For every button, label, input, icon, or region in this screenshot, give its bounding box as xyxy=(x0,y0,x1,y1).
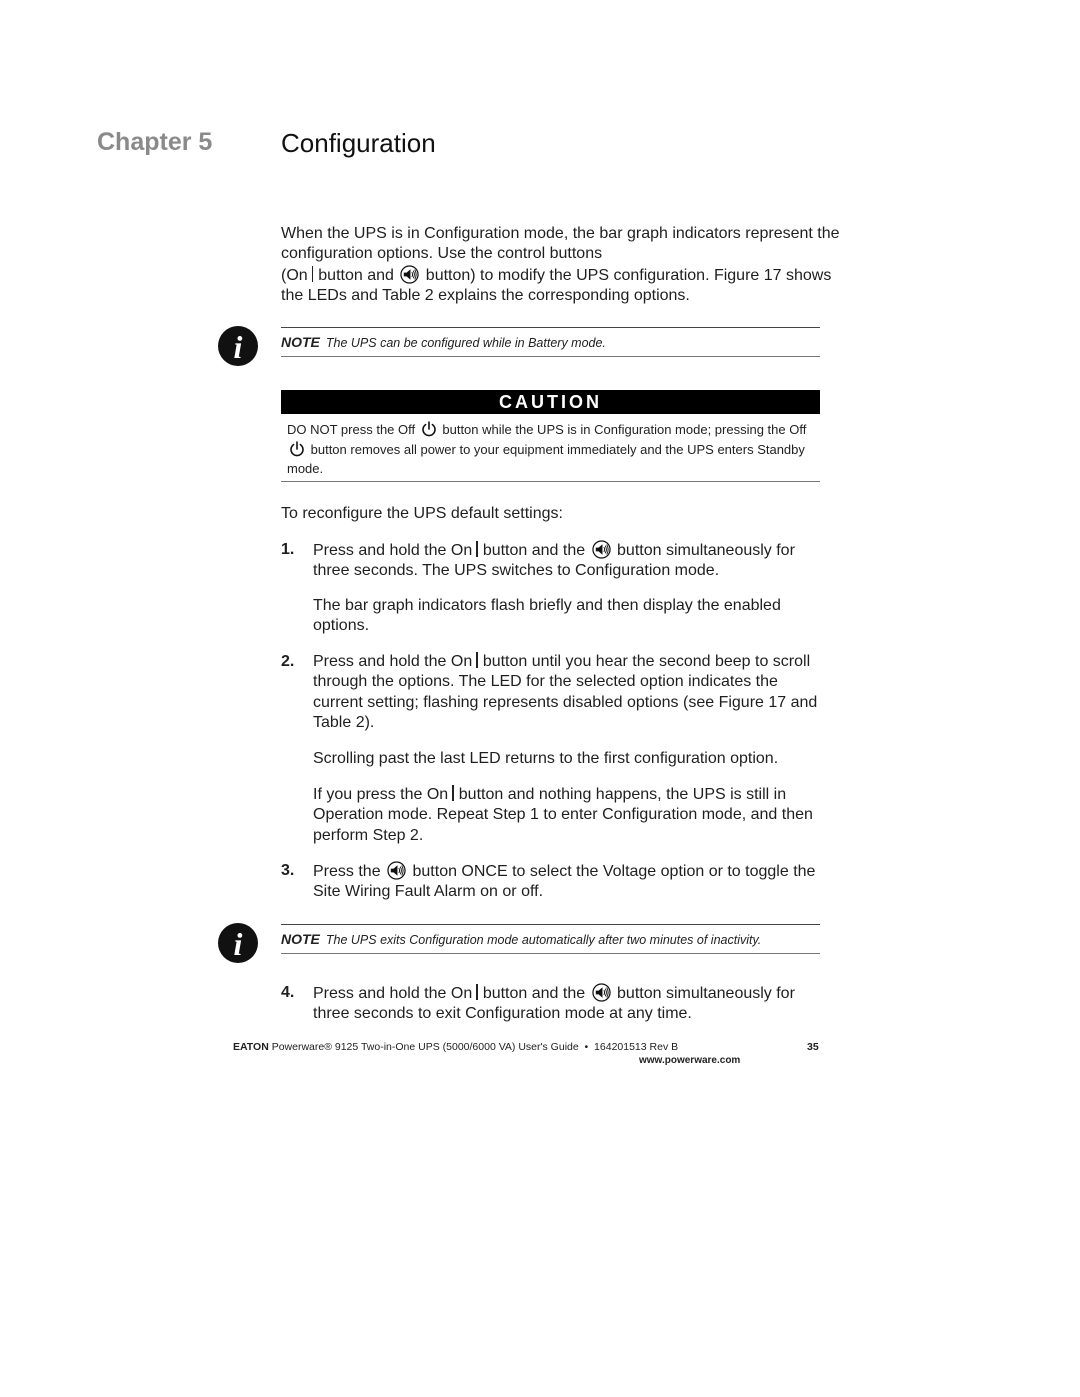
caution-text-c: button removes all power to your equipme… xyxy=(287,441,805,477)
step-2-text-a: Press and hold the On xyxy=(313,653,473,670)
step-4-text-b: button and the xyxy=(482,985,586,1002)
alarm-speaker-icon xyxy=(592,540,611,559)
on-bar-icon xyxy=(311,265,314,282)
intro-paragraph: When the UPS is in Configuration mode, t… xyxy=(281,224,841,306)
info-icon: i xyxy=(218,326,258,366)
caution-divider xyxy=(281,481,820,482)
intro-text-2: (On xyxy=(281,266,308,284)
step-4: 4. Press and hold the On button and the b… xyxy=(281,983,825,1025)
step-1-text-a: Press and hold the On xyxy=(313,542,473,559)
step-3-number: 3. xyxy=(281,862,295,879)
on-bar-icon xyxy=(476,984,478,1000)
step-4-number: 4. xyxy=(281,984,295,1001)
caution-text-a: DO NOT press the Off xyxy=(287,422,416,437)
step-3-text-a: Press the xyxy=(313,863,381,880)
caution-text-b: button while the UPS is in Configuration… xyxy=(442,422,807,437)
alarm-speaker-icon xyxy=(592,983,611,1002)
note-2: NOTE The UPS exits Configuration mode aut… xyxy=(281,924,820,954)
note-1-label: NOTE xyxy=(281,334,320,350)
on-bar-icon xyxy=(476,652,478,668)
step-1-number: 1. xyxy=(281,541,295,558)
note-2-text: The UPS exits Configuration mode automat… xyxy=(325,933,762,947)
note-1-text: The UPS can be configured while in Batte… xyxy=(325,336,606,350)
note-2-label: NOTE xyxy=(281,931,320,947)
footer-product: Powerware® 9125 Two-in-One UPS (5000/600… xyxy=(271,1041,679,1053)
step-4-text-a: Press and hold the On xyxy=(313,985,473,1002)
step-2-subtext-1: Scrolling past the last LED returns to t… xyxy=(313,750,779,767)
alarm-speaker-icon xyxy=(400,265,419,284)
caution-heading: CAUTION xyxy=(281,390,820,414)
footer-text: EATON Powerware® 9125 Two-in-One UPS (50… xyxy=(233,1041,678,1053)
on-bar-icon xyxy=(476,541,478,557)
on-bar-icon xyxy=(452,785,454,801)
power-icon xyxy=(289,441,305,457)
chapter-title: Configuration xyxy=(281,128,436,158)
footer-brand: EATON xyxy=(233,1041,269,1053)
alarm-speaker-icon xyxy=(387,861,406,880)
step-2-subtext-2: If you press the On button and nothing ha… xyxy=(313,785,823,846)
caution-text: DO NOT press the Off button while the UP… xyxy=(287,420,820,479)
step-1: 1. Press and hold the On button and the b… xyxy=(281,540,825,582)
step-2-subtext-2a: If you press the On xyxy=(313,786,449,803)
power-icon xyxy=(421,421,437,437)
info-icon: i xyxy=(218,923,258,963)
procedure-lead: To reconfigure the UPS default settings: xyxy=(281,505,563,522)
step-1-subtext: The bar graph indicators flash briefly a… xyxy=(313,597,781,635)
footer-url[interactable]: www.powerware.com xyxy=(639,1055,740,1066)
step-1-text-b: button and the xyxy=(482,542,586,559)
step-3: 3. Press the button ONCE to select the V… xyxy=(281,861,823,903)
step-2-number: 2. xyxy=(281,653,295,670)
note-1: NOTE The UPS can be configured while in B… xyxy=(281,327,820,357)
intro-text-1: When the UPS is in Configuration mode, t… xyxy=(281,225,840,263)
page-number: 35 xyxy=(807,1041,819,1053)
step-2: 2. Press and hold the On button until you… xyxy=(281,652,828,733)
intro-text-3: button and xyxy=(318,266,394,284)
chapter-label: Chapter 5 xyxy=(97,128,213,156)
